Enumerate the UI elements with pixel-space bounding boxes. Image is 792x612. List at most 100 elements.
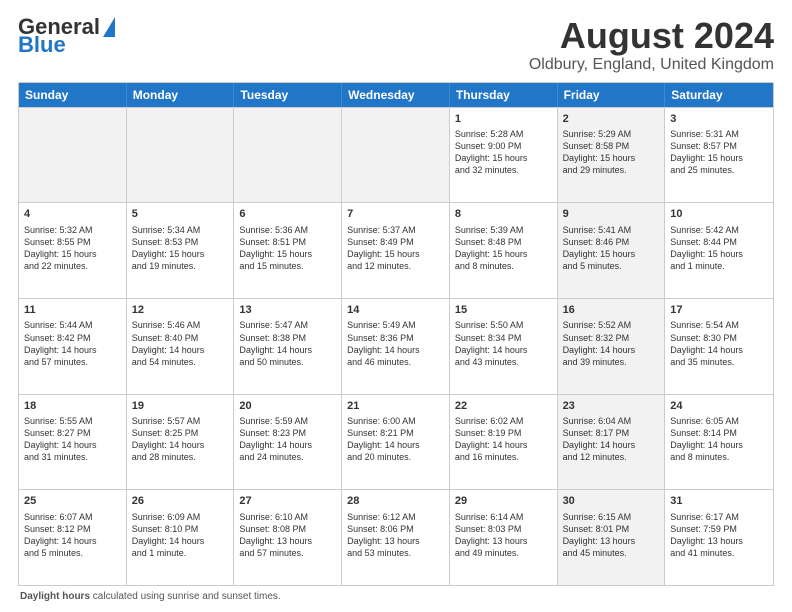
calendar-header-tuesday: Tuesday bbox=[234, 83, 342, 107]
day-info-line: Sunrise: 5:52 AM bbox=[563, 319, 660, 331]
day-info-line: Sunset: 8:27 PM bbox=[24, 427, 121, 439]
day-info-line: Daylight: 14 hours bbox=[563, 344, 660, 356]
day-number: 2 bbox=[563, 112, 660, 127]
day-info-line: Sunset: 8:01 PM bbox=[563, 523, 660, 535]
day-info-line: Sunrise: 6:09 AM bbox=[132, 511, 229, 523]
day-info-line: Sunset: 8:08 PM bbox=[239, 523, 336, 535]
calendar-cell-16: 16Sunrise: 5:52 AMSunset: 8:32 PMDayligh… bbox=[558, 299, 666, 394]
day-info-line: Daylight: 14 hours bbox=[347, 439, 444, 451]
day-info-line: and 31 minutes. bbox=[24, 451, 121, 463]
day-info-line: Sunrise: 6:12 AM bbox=[347, 511, 444, 523]
page-title: August 2024 bbox=[529, 16, 774, 56]
day-info-line: Sunrise: 5:32 AM bbox=[24, 224, 121, 236]
day-info-line: Sunrise: 5:57 AM bbox=[132, 415, 229, 427]
day-info-line: Sunrise: 6:05 AM bbox=[670, 415, 768, 427]
day-info-line: Daylight: 14 hours bbox=[563, 439, 660, 451]
day-info-line: Daylight: 14 hours bbox=[239, 344, 336, 356]
day-info-line: and 24 minutes. bbox=[239, 451, 336, 463]
day-info-line: and 29 minutes. bbox=[563, 164, 660, 176]
day-number: 10 bbox=[670, 207, 768, 222]
day-info-line: and 1 minute. bbox=[670, 260, 768, 272]
calendar-cell-18: 18Sunrise: 5:55 AMSunset: 8:27 PMDayligh… bbox=[19, 395, 127, 490]
day-number: 12 bbox=[132, 303, 229, 318]
day-number: 24 bbox=[670, 399, 768, 414]
day-info-line: Sunrise: 5:41 AM bbox=[563, 224, 660, 236]
day-info-line: Sunrise: 6:17 AM bbox=[670, 511, 768, 523]
day-info-line: Sunset: 8:49 PM bbox=[347, 236, 444, 248]
day-info-line: Daylight: 13 hours bbox=[347, 535, 444, 547]
calendar-cell-12: 12Sunrise: 5:46 AMSunset: 8:40 PMDayligh… bbox=[127, 299, 235, 394]
bottom-note: Daylight hours calculated using sunrise … bbox=[18, 591, 774, 602]
day-info-line: Sunrise: 6:14 AM bbox=[455, 511, 552, 523]
calendar-cell-6: 6Sunrise: 5:36 AMSunset: 8:51 PMDaylight… bbox=[234, 203, 342, 298]
day-info-line: and 19 minutes. bbox=[132, 260, 229, 272]
day-number: 23 bbox=[563, 399, 660, 414]
calendar-week-4: 18Sunrise: 5:55 AMSunset: 8:27 PMDayligh… bbox=[19, 394, 773, 490]
day-info-line: Daylight: 15 hours bbox=[670, 152, 768, 164]
calendar-cell-empty bbox=[127, 108, 235, 203]
day-info-line: Sunrise: 5:36 AM bbox=[239, 224, 336, 236]
calendar-cell-21: 21Sunrise: 6:00 AMSunset: 8:21 PMDayligh… bbox=[342, 395, 450, 490]
day-info-line: Sunrise: 5:44 AM bbox=[24, 319, 121, 331]
day-info-line: and 15 minutes. bbox=[239, 260, 336, 272]
logo-triangle-icon bbox=[103, 17, 115, 37]
day-info-line: Daylight: 15 hours bbox=[455, 248, 552, 260]
day-info-line: Sunset: 7:59 PM bbox=[670, 523, 768, 535]
day-number: 11 bbox=[24, 303, 121, 318]
day-number: 16 bbox=[563, 303, 660, 318]
calendar-cell-10: 10Sunrise: 5:42 AMSunset: 8:44 PMDayligh… bbox=[665, 203, 773, 298]
day-info-line: Sunset: 8:51 PM bbox=[239, 236, 336, 248]
daylight-hours-label: Daylight hours bbox=[20, 591, 90, 602]
calendar-cell-26: 26Sunrise: 6:09 AMSunset: 8:10 PMDayligh… bbox=[127, 490, 235, 585]
day-info-line: and 5 minutes. bbox=[563, 260, 660, 272]
day-info-line: Sunrise: 6:07 AM bbox=[24, 511, 121, 523]
calendar-cell-22: 22Sunrise: 6:02 AMSunset: 8:19 PMDayligh… bbox=[450, 395, 558, 490]
day-info-line: and 57 minutes. bbox=[24, 356, 121, 368]
calendar-cell-24: 24Sunrise: 6:05 AMSunset: 8:14 PMDayligh… bbox=[665, 395, 773, 490]
day-number: 3 bbox=[670, 112, 768, 127]
calendar-cell-empty bbox=[342, 108, 450, 203]
day-info-line: and 22 minutes. bbox=[24, 260, 121, 272]
day-info-line: Sunset: 8:03 PM bbox=[455, 523, 552, 535]
calendar-cell-empty bbox=[234, 108, 342, 203]
day-info-line: and 57 minutes. bbox=[239, 547, 336, 559]
day-info-line: Daylight: 15 hours bbox=[563, 248, 660, 260]
day-info-line: and 8 minutes. bbox=[455, 260, 552, 272]
calendar-header-row: SundayMondayTuesdayWednesdayThursdayFrid… bbox=[19, 83, 773, 107]
calendar-cell-30: 30Sunrise: 6:15 AMSunset: 8:01 PMDayligh… bbox=[558, 490, 666, 585]
day-info-line: Daylight: 13 hours bbox=[670, 535, 768, 547]
day-info-line: Sunset: 8:36 PM bbox=[347, 332, 444, 344]
day-info-line: Sunset: 8:23 PM bbox=[239, 427, 336, 439]
day-number: 21 bbox=[347, 399, 444, 414]
day-info-line: Daylight: 14 hours bbox=[24, 439, 121, 451]
day-number: 30 bbox=[563, 494, 660, 509]
day-info-line: Daylight: 14 hours bbox=[670, 344, 768, 356]
day-info-line: Sunset: 8:12 PM bbox=[24, 523, 121, 535]
day-info-line: Daylight: 14 hours bbox=[132, 344, 229, 356]
calendar-cell-7: 7Sunrise: 5:37 AMSunset: 8:49 PMDaylight… bbox=[342, 203, 450, 298]
day-info-line: Sunset: 8:21 PM bbox=[347, 427, 444, 439]
header: General Blue August 2024 Oldbury, Englan… bbox=[18, 16, 774, 74]
day-info-line: Sunrise: 5:34 AM bbox=[132, 224, 229, 236]
day-number: 6 bbox=[239, 207, 336, 222]
day-info-line: and 16 minutes. bbox=[455, 451, 552, 463]
calendar-cell-25: 25Sunrise: 6:07 AMSunset: 8:12 PMDayligh… bbox=[19, 490, 127, 585]
calendar-cell-17: 17Sunrise: 5:54 AMSunset: 8:30 PMDayligh… bbox=[665, 299, 773, 394]
day-number: 4 bbox=[24, 207, 121, 222]
day-info-line: and 49 minutes. bbox=[455, 547, 552, 559]
day-info-line: Sunrise: 5:37 AM bbox=[347, 224, 444, 236]
day-info-line: and 45 minutes. bbox=[563, 547, 660, 559]
calendar-cell-1: 1Sunrise: 5:28 AMSunset: 9:00 PMDaylight… bbox=[450, 108, 558, 203]
calendar-cell-3: 3Sunrise: 5:31 AMSunset: 8:57 PMDaylight… bbox=[665, 108, 773, 203]
day-info-line: Sunrise: 5:59 AM bbox=[239, 415, 336, 427]
day-info-line: Daylight: 13 hours bbox=[455, 535, 552, 547]
calendar-cell-28: 28Sunrise: 6:12 AMSunset: 8:06 PMDayligh… bbox=[342, 490, 450, 585]
calendar-cell-13: 13Sunrise: 5:47 AMSunset: 8:38 PMDayligh… bbox=[234, 299, 342, 394]
page: General Blue August 2024 Oldbury, Englan… bbox=[0, 0, 792, 612]
day-info-line: Sunrise: 6:00 AM bbox=[347, 415, 444, 427]
day-info-line: Sunset: 8:48 PM bbox=[455, 236, 552, 248]
day-info-line: Daylight: 14 hours bbox=[670, 439, 768, 451]
day-number: 7 bbox=[347, 207, 444, 222]
day-info-line: Sunset: 8:32 PM bbox=[563, 332, 660, 344]
day-info-line: Daylight: 13 hours bbox=[239, 535, 336, 547]
